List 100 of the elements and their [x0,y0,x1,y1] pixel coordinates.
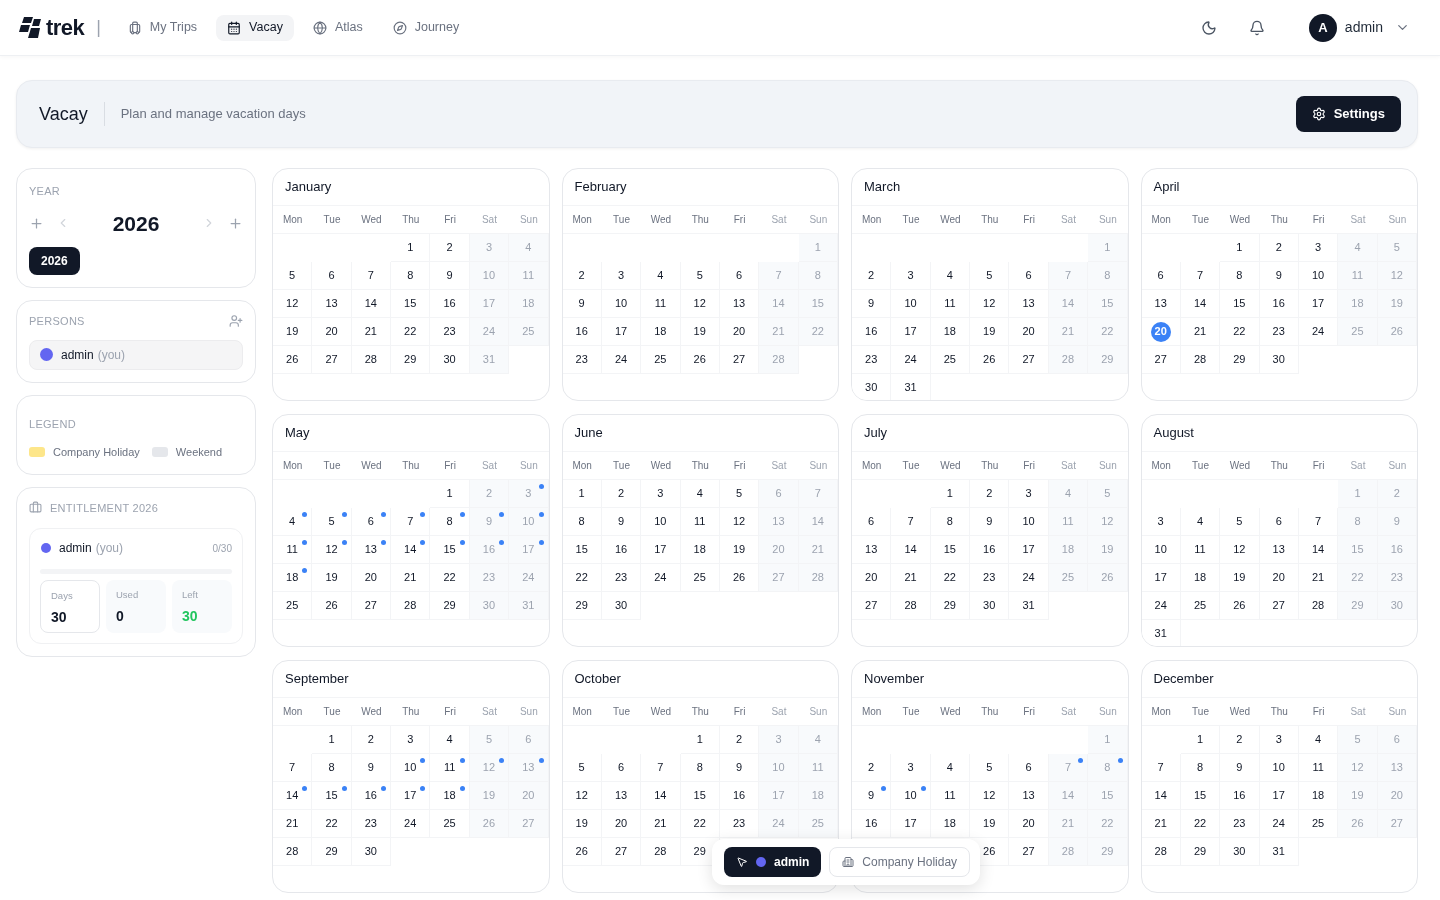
day-cell[interactable]: 15 [430,536,470,564]
day-cell[interactable]: 25 [1298,810,1339,838]
day-cell[interactable]: 14 [351,290,392,318]
day-cell[interactable]: 5 [970,754,1010,782]
day-cell[interactable]: 4 [430,726,470,754]
day-cell[interactable]: 29 [391,346,431,374]
day-cell[interactable]: 8 [930,508,971,536]
day-cell[interactable]: 15 [930,536,971,564]
day-cell[interactable]: 9 [601,508,642,536]
day-cell[interactable]: 9 [852,782,892,810]
day-cell[interactable]: 2 [852,262,892,290]
day-cell[interactable]: 18 [680,536,720,564]
day-cell[interactable]: 11 [641,290,681,318]
day-cell[interactable]: 17 [1298,290,1339,318]
day-cell[interactable]: 10 [1259,754,1299,782]
day-cell[interactable]: 2 [601,480,642,508]
day-cell[interactable]: 22 [930,564,971,592]
day-cell[interactable]: 26 [680,346,720,374]
day-cell[interactable]: 21 [1141,810,1181,838]
nav-tab[interactable]: My Trips [116,14,209,41]
day-cell[interactable]: 7 [391,508,431,536]
day-cell[interactable]: 4 [273,508,313,536]
day-cell[interactable]: 13 [601,782,642,810]
day-cell[interactable]: 2 [351,726,392,754]
day-cell[interactable]: 2 [852,754,892,782]
day-cell[interactable]: 24 [391,810,431,838]
person-item[interactable]: admin (you) [29,339,243,370]
day-cell[interactable]: 24 [1141,592,1181,620]
day-cell[interactable]: 15 [562,536,602,564]
day-cell[interactable]: 19 [970,318,1010,346]
day-cell[interactable]: 9 [562,290,602,318]
day-cell[interactable]: 14 [1180,290,1221,318]
day-cell[interactable]: 5 [273,262,313,290]
day-cell[interactable]: 3 [641,480,681,508]
day-cell[interactable]: 14 [891,536,931,564]
day-cell[interactable]: 6 [852,508,892,536]
day-cell[interactable]: 23 [601,564,642,592]
day-cell[interactable]: 19 [719,536,760,564]
nav-tab[interactable]: Vacay [216,14,294,41]
day-cell[interactable]: 18 [273,564,313,592]
day-cell[interactable]: 14 [1141,782,1181,810]
day-cell[interactable]: 1 [930,480,971,508]
day-cell[interactable]: 30 [1259,346,1299,374]
day-cell[interactable]: 24 [641,564,681,592]
day-cell[interactable]: 31 [1259,838,1299,866]
day-cell[interactable]: 27 [719,346,760,374]
day-cell[interactable]: 6 [1009,754,1049,782]
day-cell[interactable]: 25 [430,810,470,838]
day-cell[interactable]: 1 [312,726,352,754]
day-cell[interactable]: 20 [1259,564,1299,592]
day-cell[interactable]: 1 [1220,234,1260,262]
day-cell[interactable]: 27 [312,346,352,374]
day-cell[interactable]: 20 [601,810,642,838]
day-cell[interactable]: 12 [680,290,720,318]
day-cell[interactable]: 3 [1141,508,1181,536]
day-cell[interactable]: 2 [1220,726,1260,754]
day-cell[interactable]: 21 [351,318,392,346]
day-cell[interactable]: 1 [680,726,720,754]
day-cell[interactable]: 27 [1009,346,1049,374]
day-cell[interactable]: 26 [562,838,602,866]
day-cell[interactable]: 26 [719,564,760,592]
day-cell[interactable]: 22 [312,810,352,838]
day-cell[interactable]: 6 [312,262,352,290]
day-cell[interactable]: 15 [391,290,431,318]
day-cell[interactable]: 31 [1009,592,1049,620]
day-cell[interactable]: 20 [1141,318,1181,346]
day-cell[interactable]: 17 [891,810,931,838]
day-cell[interactable]: 17 [891,318,931,346]
day-cell[interactable]: 18 [641,318,681,346]
day-cell[interactable]: 6 [1259,508,1299,536]
day-cell[interactable]: 3 [891,754,931,782]
day-cell[interactable]: 27 [1141,346,1181,374]
day-cell[interactable]: 25 [1180,592,1221,620]
day-cell[interactable]: 3 [391,726,431,754]
day-cell[interactable]: 10 [891,782,931,810]
day-cell[interactable]: 3 [601,262,642,290]
day-cell[interactable]: 15 [1180,782,1221,810]
day-cell[interactable]: 13 [1009,290,1049,318]
day-cell[interactable]: 30 [351,838,392,866]
holiday-mode-button[interactable]: Company Holiday [829,847,971,877]
day-cell[interactable]: 20 [351,564,392,592]
add-icon[interactable] [29,215,44,231]
day-cell[interactable]: 27 [601,838,642,866]
day-cell[interactable]: 6 [1141,262,1181,290]
day-cell[interactable]: 2 [719,726,760,754]
day-cell[interactable]: 26 [312,592,352,620]
day-cell[interactable]: 27 [1009,838,1049,866]
day-cell[interactable]: 20 [1009,810,1049,838]
day-cell[interactable]: 10 [1009,508,1049,536]
day-cell[interactable]: 3 [1259,726,1299,754]
day-cell[interactable]: 10 [891,290,931,318]
day-cell[interactable]: 22 [680,810,720,838]
day-cell[interactable]: 17 [1009,536,1049,564]
day-cell[interactable]: 16 [430,290,470,318]
day-cell[interactable]: 10 [391,754,431,782]
day-cell[interactable]: 18 [1180,564,1221,592]
day-cell[interactable]: 12 [719,508,760,536]
day-cell[interactable]: 7 [891,508,931,536]
day-cell[interactable]: 18 [930,810,971,838]
day-cell[interactable]: 29 [1180,838,1221,866]
